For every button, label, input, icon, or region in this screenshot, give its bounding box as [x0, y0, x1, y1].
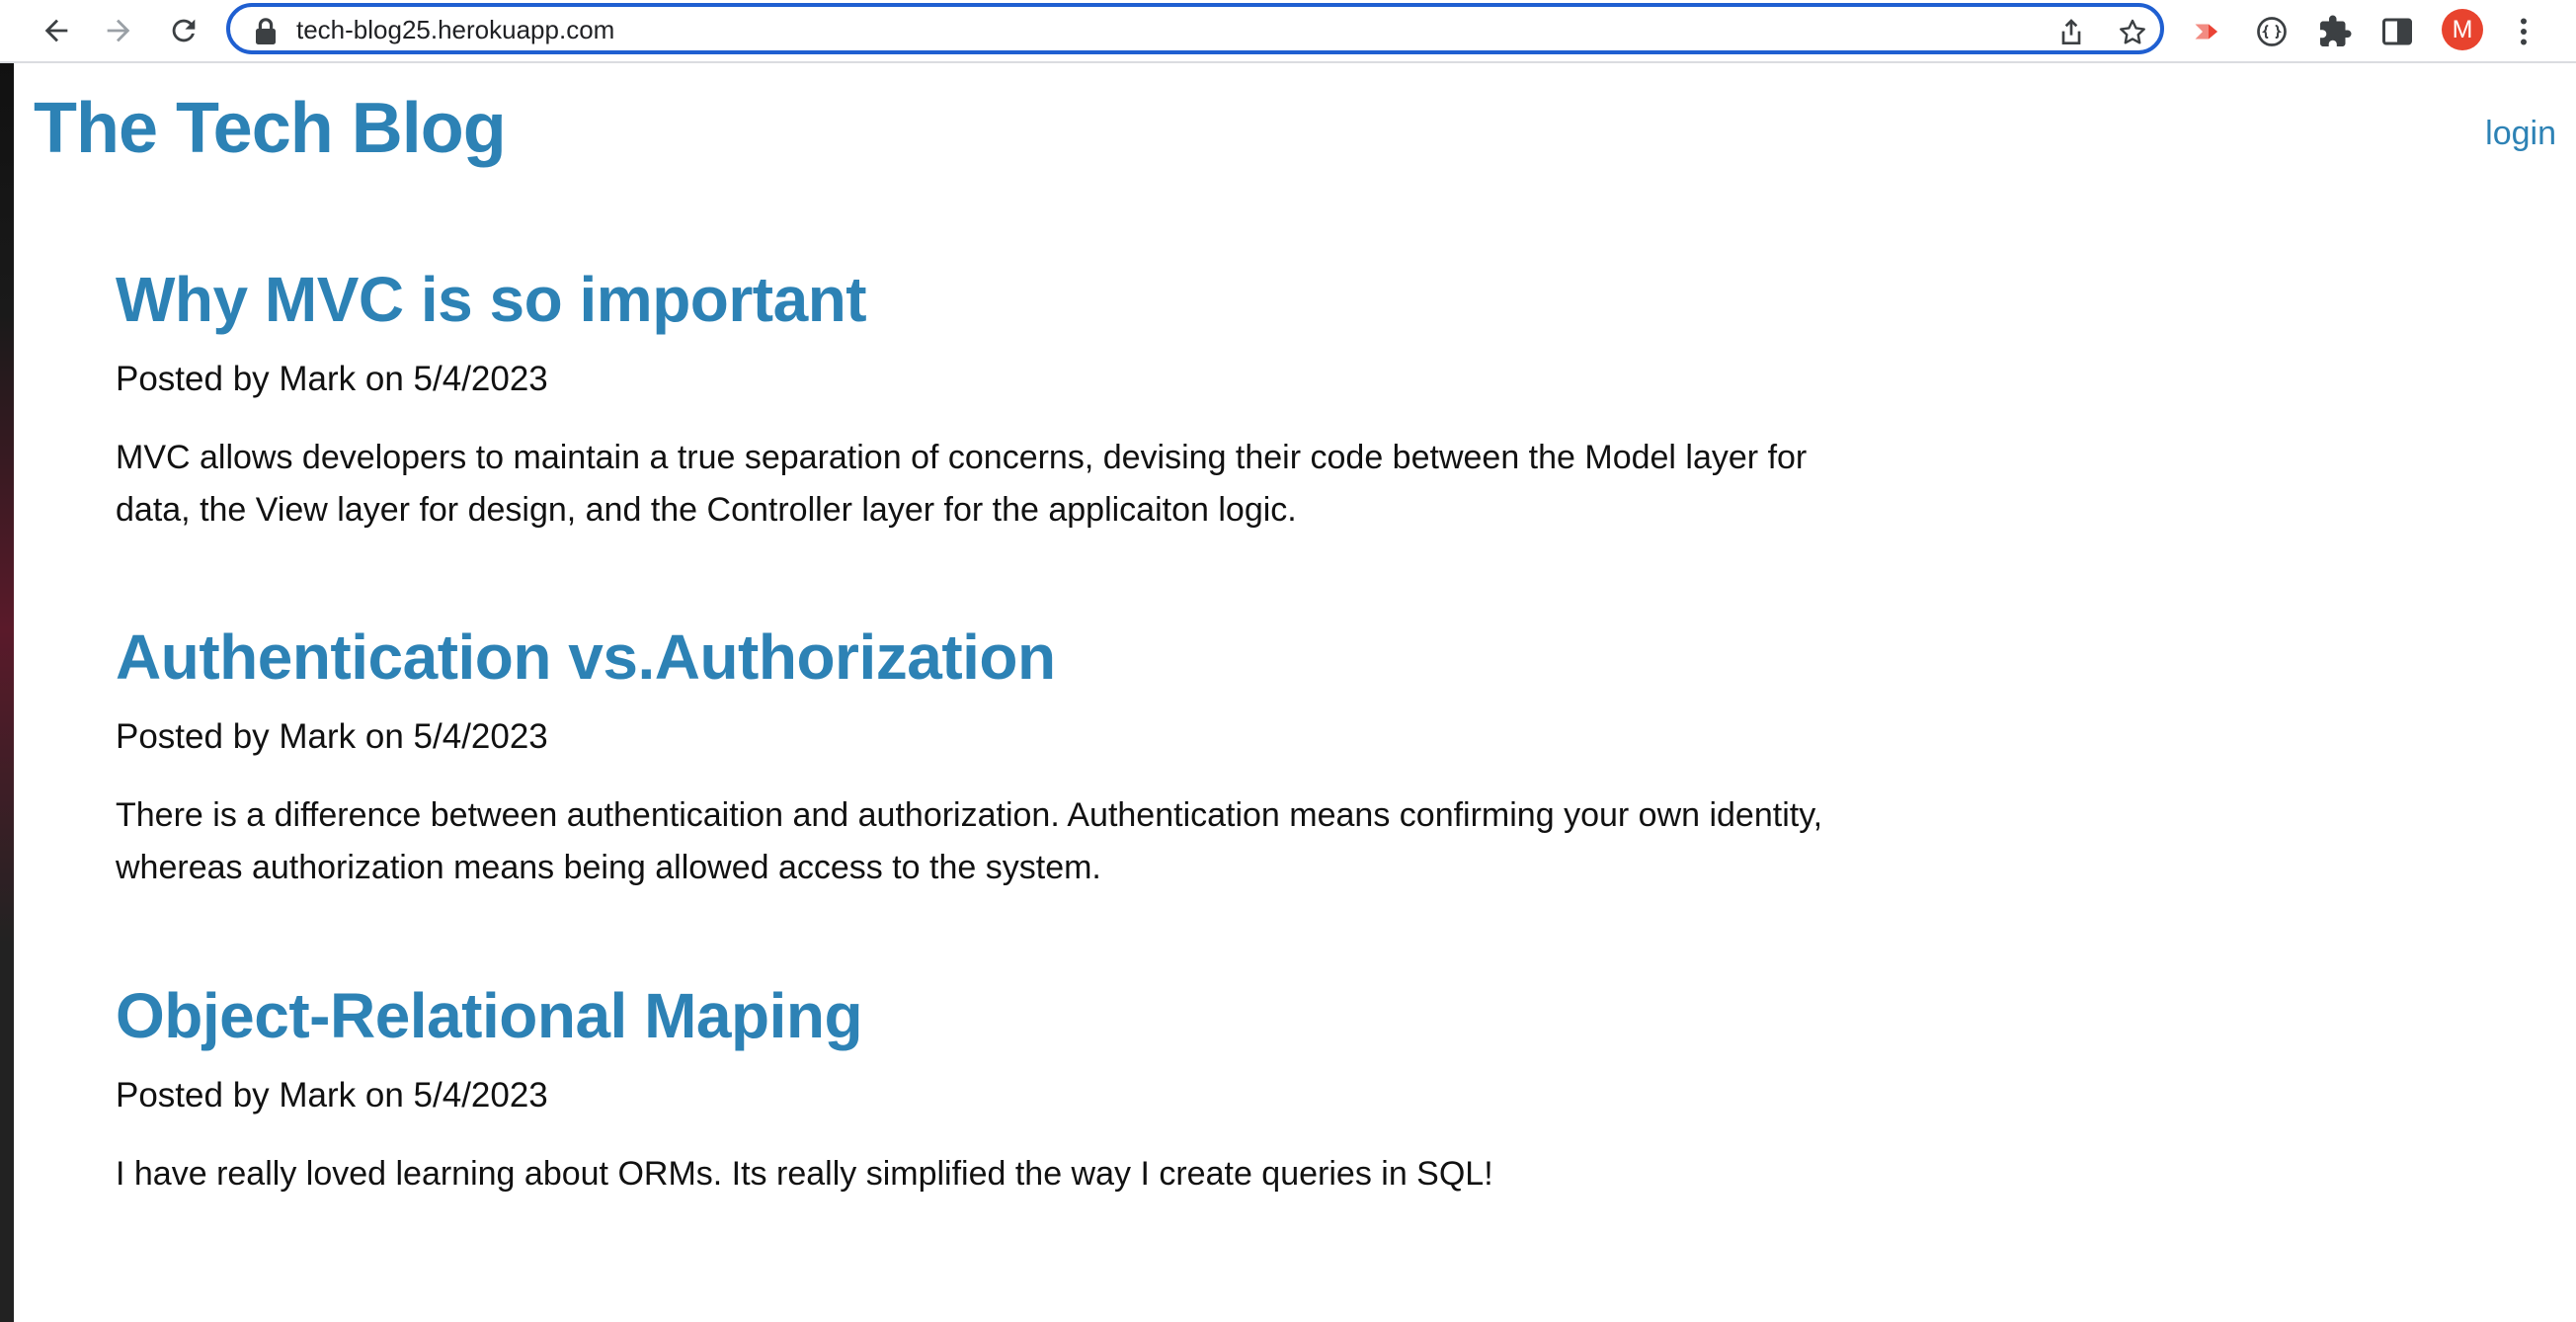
- star-icon[interactable]: [2115, 15, 2150, 50]
- window-edge-artifact: [0, 63, 14, 1322]
- post-body: I have really loved learning about ORMs.…: [116, 1155, 1493, 1193]
- kebab-menu-icon[interactable]: [2502, 10, 2545, 53]
- post-body: MVC allows developers to maintain a true…: [116, 439, 1808, 529]
- extension-arrow-icon[interactable]: [2187, 10, 2230, 53]
- login-link[interactable]: login: [2485, 117, 2556, 150]
- arrow-left-icon[interactable]: [34, 8, 79, 53]
- post-title[interactable]: Authentication vs.Authorization: [116, 625, 1854, 689]
- puzzle-icon[interactable]: [2313, 10, 2357, 53]
- browser-toolbar: tech-blog25.herokuapp.com M: [0, 0, 2576, 63]
- site-title[interactable]: The Tech Blog: [34, 93, 507, 164]
- post-body: There is a difference between authentica…: [116, 796, 1823, 886]
- lock-icon[interactable]: [254, 17, 278, 44]
- post-meta: Posted by Mark on 5/4/2023: [116, 717, 548, 756]
- share-icon[interactable]: [2053, 15, 2089, 50]
- side-panel-icon[interactable]: [2375, 10, 2419, 53]
- blog-post: Authentication vs.Authorization Posted b…: [116, 625, 1854, 894]
- address-bar[interactable]: tech-blog25.herokuapp.com: [226, 3, 2164, 54]
- arrow-right-icon[interactable]: [96, 8, 141, 53]
- post-title[interactable]: Why MVC is so important: [116, 268, 1854, 331]
- url-text[interactable]: tech-blog25.herokuapp.com: [296, 14, 614, 45]
- circle-braces-icon[interactable]: [2250, 10, 2294, 53]
- profile-avatar[interactable]: M: [2442, 9, 2483, 50]
- blog-post: Object-Relational Maping Posted by Mark …: [116, 984, 1854, 1200]
- page-content: The Tech Blog login Why MVC is so import…: [14, 65, 2576, 1322]
- reload-icon[interactable]: [161, 8, 206, 53]
- post-meta: Posted by Mark on 5/4/2023: [116, 360, 548, 398]
- post-title[interactable]: Object-Relational Maping: [116, 984, 1854, 1047]
- post-meta: Posted by Mark on 5/4/2023: [116, 1076, 548, 1115]
- blog-post: Why MVC is so important Posted by Mark o…: [116, 268, 1854, 537]
